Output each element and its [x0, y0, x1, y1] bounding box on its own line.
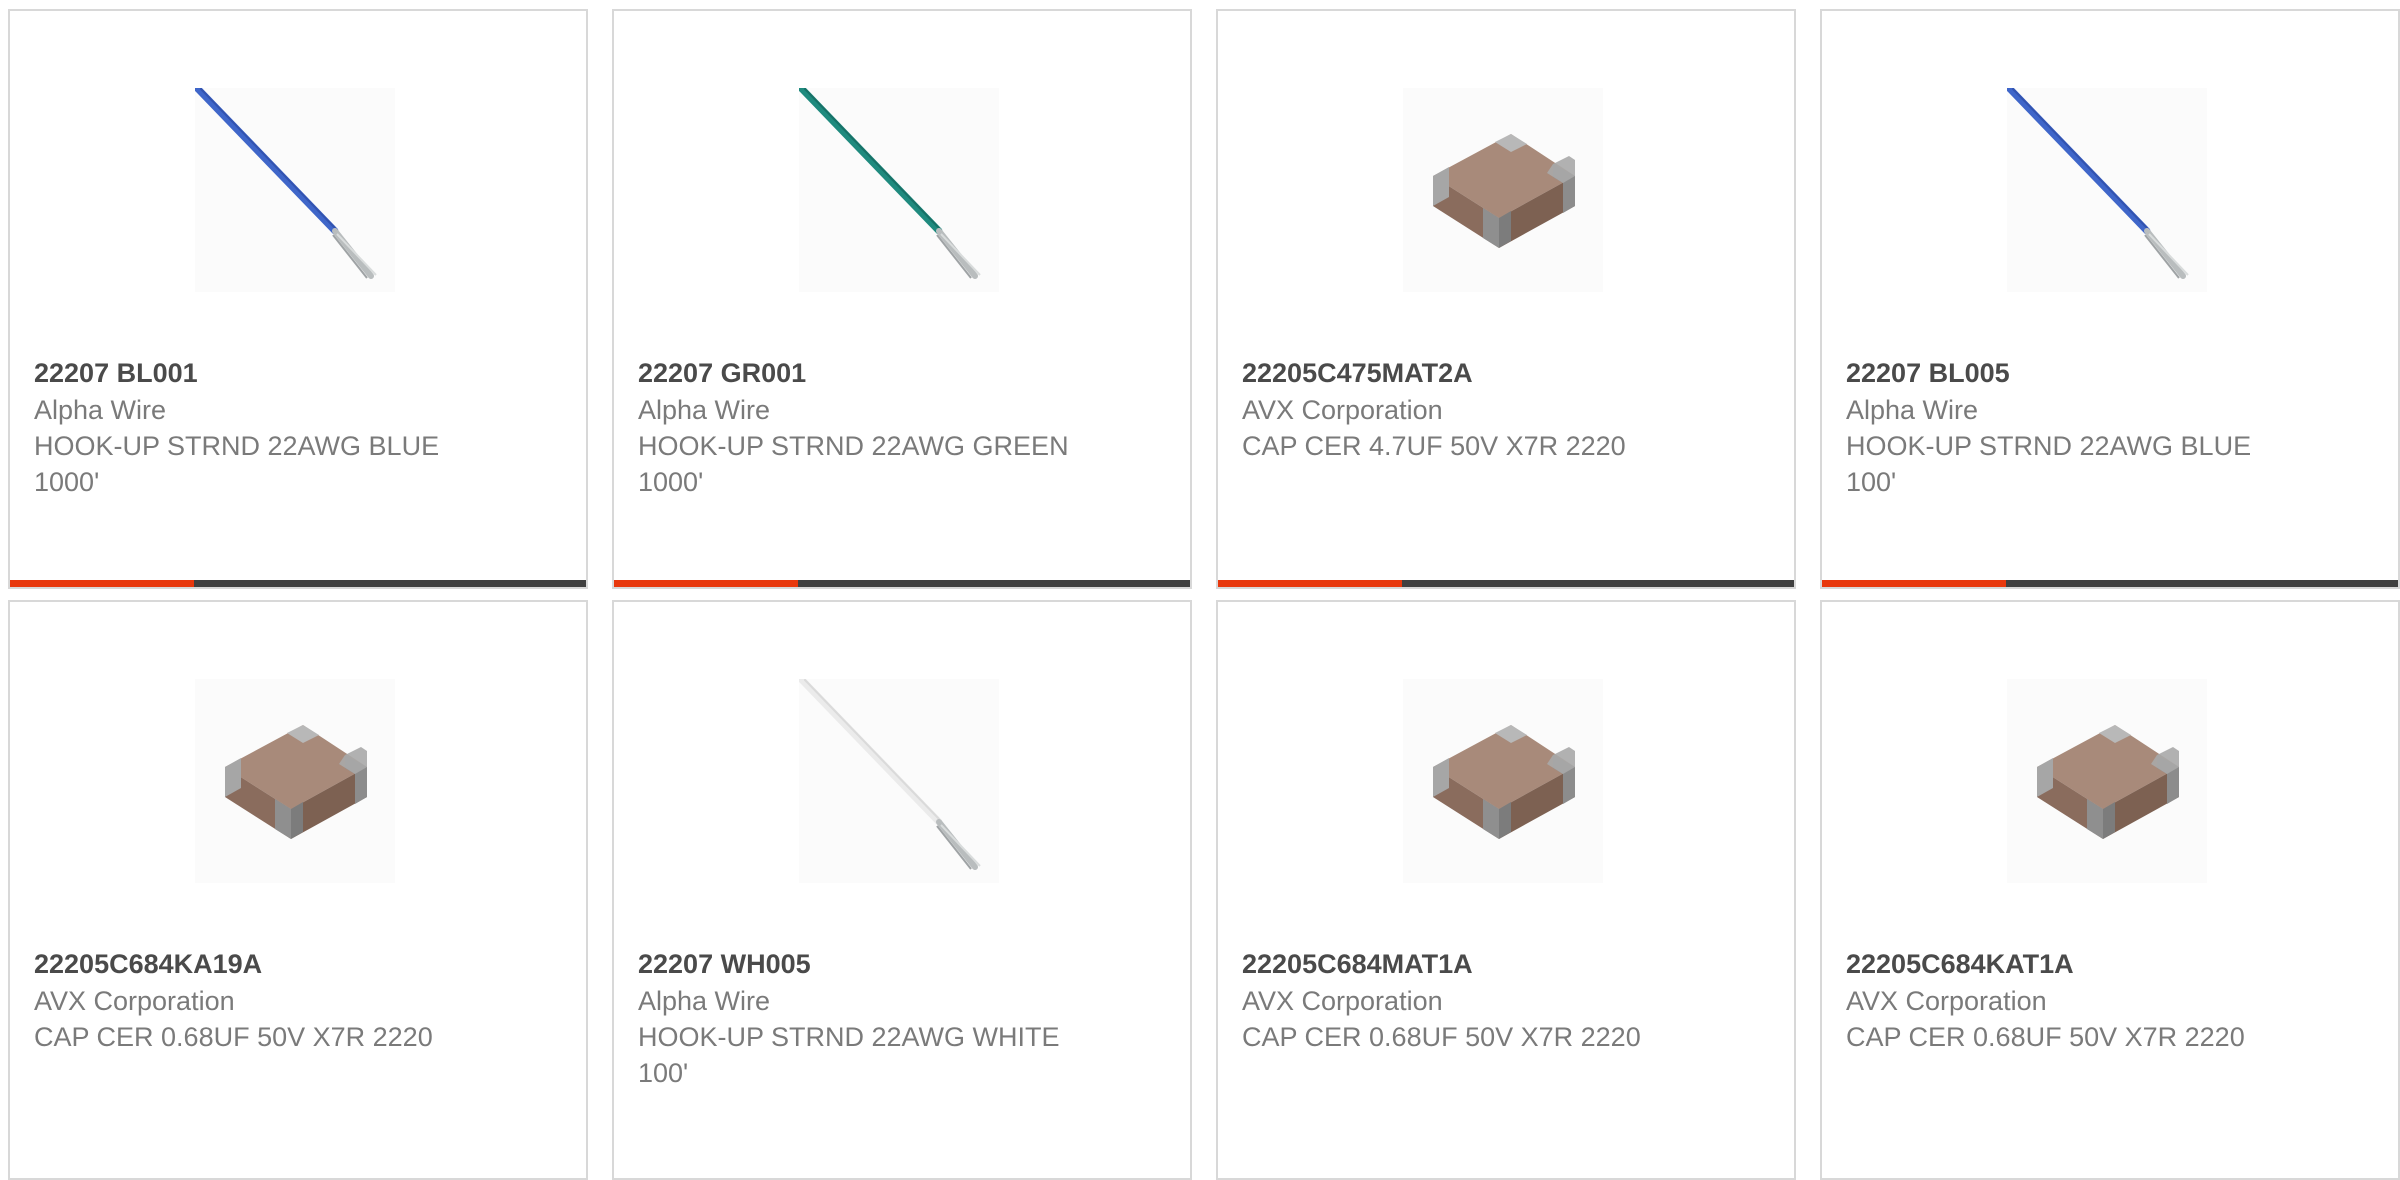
- product-card[interactable]: 22205C475MAT2A AVX Corporation CAP CER 4…: [1216, 9, 1796, 589]
- description: CAP CER 0.68UF 50V X7R 2220: [1846, 1022, 2245, 1052]
- description: HOOK-UP STRND 22AWG GREEN 1000': [638, 431, 1069, 497]
- progress-bar: [1822, 580, 2398, 587]
- product-card[interactable]: 22205C684MAT1A AVX Corporation CAP CER 0…: [1216, 600, 1796, 1180]
- product-image[interactable]: [1403, 88, 1603, 292]
- description: HOOK-UP STRND 22AWG BLUE 100': [1846, 431, 2252, 497]
- product-image[interactable]: [1403, 679, 1603, 883]
- description: HOOK-UP STRND 22AWG BLUE 1000': [34, 431, 440, 497]
- manufacturer: Alpha Wire: [638, 395, 771, 425]
- product-image[interactable]: [195, 88, 395, 292]
- description: CAP CER 0.68UF 50V X7R 2220: [34, 1022, 433, 1052]
- part-number[interactable]: 22207 GR001: [638, 354, 1080, 392]
- part-number[interactable]: 22205C684KA19A: [34, 945, 476, 983]
- product-image[interactable]: [2007, 679, 2207, 883]
- product-info: 22207 BL005 Alpha Wire HOOK-UP STRND 22A…: [1846, 354, 2288, 500]
- product-info: 22205C475MAT2A AVX Corporation CAP CER 4…: [1242, 354, 1684, 464]
- product-card[interactable]: 22207 BL005 Alpha Wire HOOK-UP STRND 22A…: [1820, 9, 2400, 589]
- manufacturer: AVX Corporation: [34, 986, 235, 1016]
- progress-fill: [1218, 580, 1403, 587]
- product-info: 22205C684KAT1A AVX Corporation CAP CER 0…: [1846, 945, 2288, 1055]
- manufacturer: AVX Corporation: [1242, 395, 1443, 425]
- product-card[interactable]: 22207 WH005 Alpha Wire HOOK-UP STRND 22A…: [612, 600, 1192, 1180]
- manufacturer: Alpha Wire: [638, 986, 771, 1016]
- progress-bar: [614, 580, 1190, 587]
- product-card[interactable]: 22207 BL001 Alpha Wire HOOK-UP STRND 22A…: [8, 9, 588, 589]
- product-info: 22207 BL001 Alpha Wire HOOK-UP STRND 22A…: [34, 354, 476, 500]
- ceramic-capacitor-icon: [1403, 679, 1603, 883]
- product-info: 22207 GR001 Alpha Wire HOOK-UP STRND 22A…: [638, 354, 1080, 500]
- product-image[interactable]: [195, 679, 395, 883]
- progress-fill: [614, 580, 799, 587]
- white-wire-icon: [799, 679, 999, 883]
- product-info: 22207 WH005 Alpha Wire HOOK-UP STRND 22A…: [638, 945, 1080, 1091]
- green-wire-icon: [799, 88, 999, 292]
- product-card[interactable]: 22207 GR001 Alpha Wire HOOK-UP STRND 22A…: [612, 9, 1192, 589]
- progress-bar: [10, 580, 586, 587]
- description: HOOK-UP STRND 22AWG WHITE 100': [638, 1022, 1060, 1088]
- product-card[interactable]: 22205C684KAT1A AVX Corporation CAP CER 0…: [1820, 600, 2400, 1180]
- part-number[interactable]: 22207 WH005: [638, 945, 1080, 983]
- manufacturer: Alpha Wire: [34, 395, 167, 425]
- manufacturer: Alpha Wire: [1846, 395, 1979, 425]
- progress-fill: [1822, 580, 2007, 587]
- product-grid: 22207 BL001 Alpha Wire HOOK-UP STRND 22A…: [8, 9, 2400, 1180]
- product-card[interactable]: 22205C684KA19A AVX Corporation CAP CER 0…: [8, 600, 588, 1180]
- product-info: 22205C684KA19A AVX Corporation CAP CER 0…: [34, 945, 476, 1055]
- manufacturer: AVX Corporation: [1846, 986, 2047, 1016]
- ceramic-capacitor-icon: [195, 679, 395, 883]
- part-number[interactable]: 22207 BL005: [1846, 354, 2288, 392]
- progress-fill: [10, 580, 195, 587]
- blue-wire-icon: [2007, 88, 2207, 292]
- part-number[interactable]: 22205C475MAT2A: [1242, 354, 1684, 392]
- part-number[interactable]: 22205C684KAT1A: [1846, 945, 2288, 983]
- ceramic-capacitor-icon: [2007, 679, 2207, 883]
- product-image[interactable]: [2007, 88, 2207, 292]
- ceramic-capacitor-icon: [1403, 88, 1603, 292]
- part-number[interactable]: 22205C684MAT1A: [1242, 945, 1684, 983]
- product-image[interactable]: [799, 679, 999, 883]
- progress-bar: [1218, 580, 1794, 587]
- manufacturer: AVX Corporation: [1242, 986, 1443, 1016]
- product-image[interactable]: [799, 88, 999, 292]
- part-number[interactable]: 22207 BL001: [34, 354, 476, 392]
- description: CAP CER 4.7UF 50V X7R 2220: [1242, 431, 1626, 461]
- blue-wire-icon: [195, 88, 395, 292]
- product-info: 22205C684MAT1A AVX Corporation CAP CER 0…: [1242, 945, 1684, 1055]
- description: CAP CER 0.68UF 50V X7R 2220: [1242, 1022, 1641, 1052]
